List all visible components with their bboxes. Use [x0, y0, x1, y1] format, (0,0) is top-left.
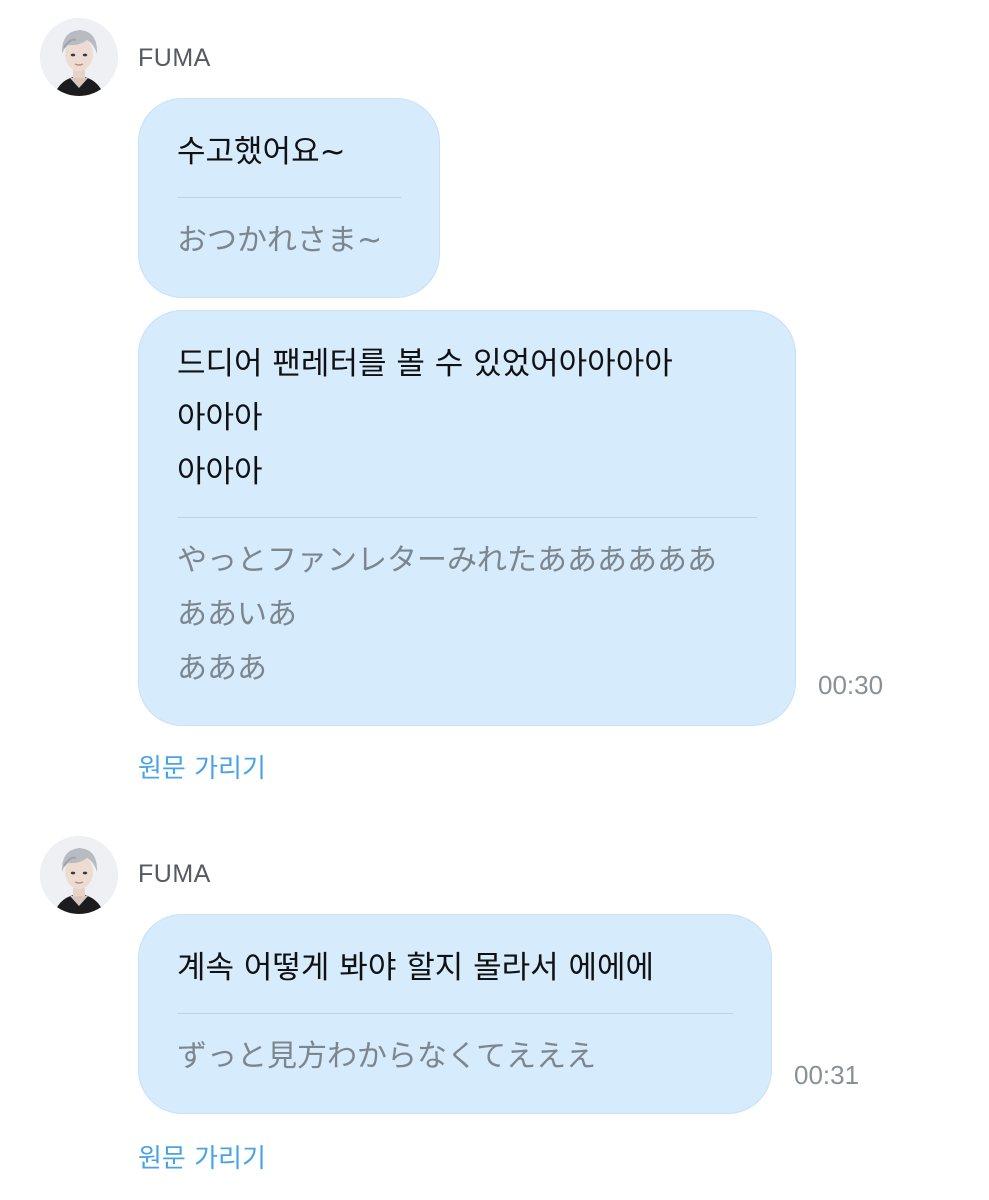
original-text: 수고했어요~: [177, 134, 346, 170]
message-bubble[interactable]: 계속 어떻게 봐야 할지 몰라서 에에에 ずっと見方わからなくてえええ: [138, 914, 772, 1114]
translated-text: おつかれさま~: [177, 223, 383, 258]
hide-original-link[interactable]: 원문 가리기: [138, 1138, 266, 1175]
message-timestamp: 00:30: [818, 670, 884, 700]
translated-text: やっとファンレターみれたああああああ ああいあ あああ: [177, 543, 717, 686]
sender-name: FUMA: [138, 44, 211, 72]
avatar[interactable]: [40, 836, 118, 914]
message-timestamp: 00:31: [794, 1060, 860, 1090]
translated-text: ずっと見方わからなくてえええ: [177, 1039, 597, 1074]
avatar-image: [40, 18, 118, 96]
original-text: 계속 어떻게 봐야 할지 몰라서 에에에: [177, 950, 655, 986]
avatar-image: [40, 836, 118, 914]
divider: [177, 1013, 733, 1014]
original-text: 드디어 팬레터를 볼 수 있었어아아아아 아아아 아아아: [177, 346, 673, 490]
avatar[interactable]: [40, 18, 118, 96]
message-bubble[interactable]: 드디어 팬레터를 볼 수 있었어아아아아 아아아 아아아 やっとファンレターみれ…: [138, 310, 796, 726]
message-bubble[interactable]: 수고했어요~ おつかれさま~: [138, 98, 440, 298]
sender-name: FUMA: [138, 860, 211, 888]
divider: [177, 197, 401, 198]
hide-original-link[interactable]: 원문 가리기: [138, 748, 266, 785]
divider: [177, 517, 757, 518]
